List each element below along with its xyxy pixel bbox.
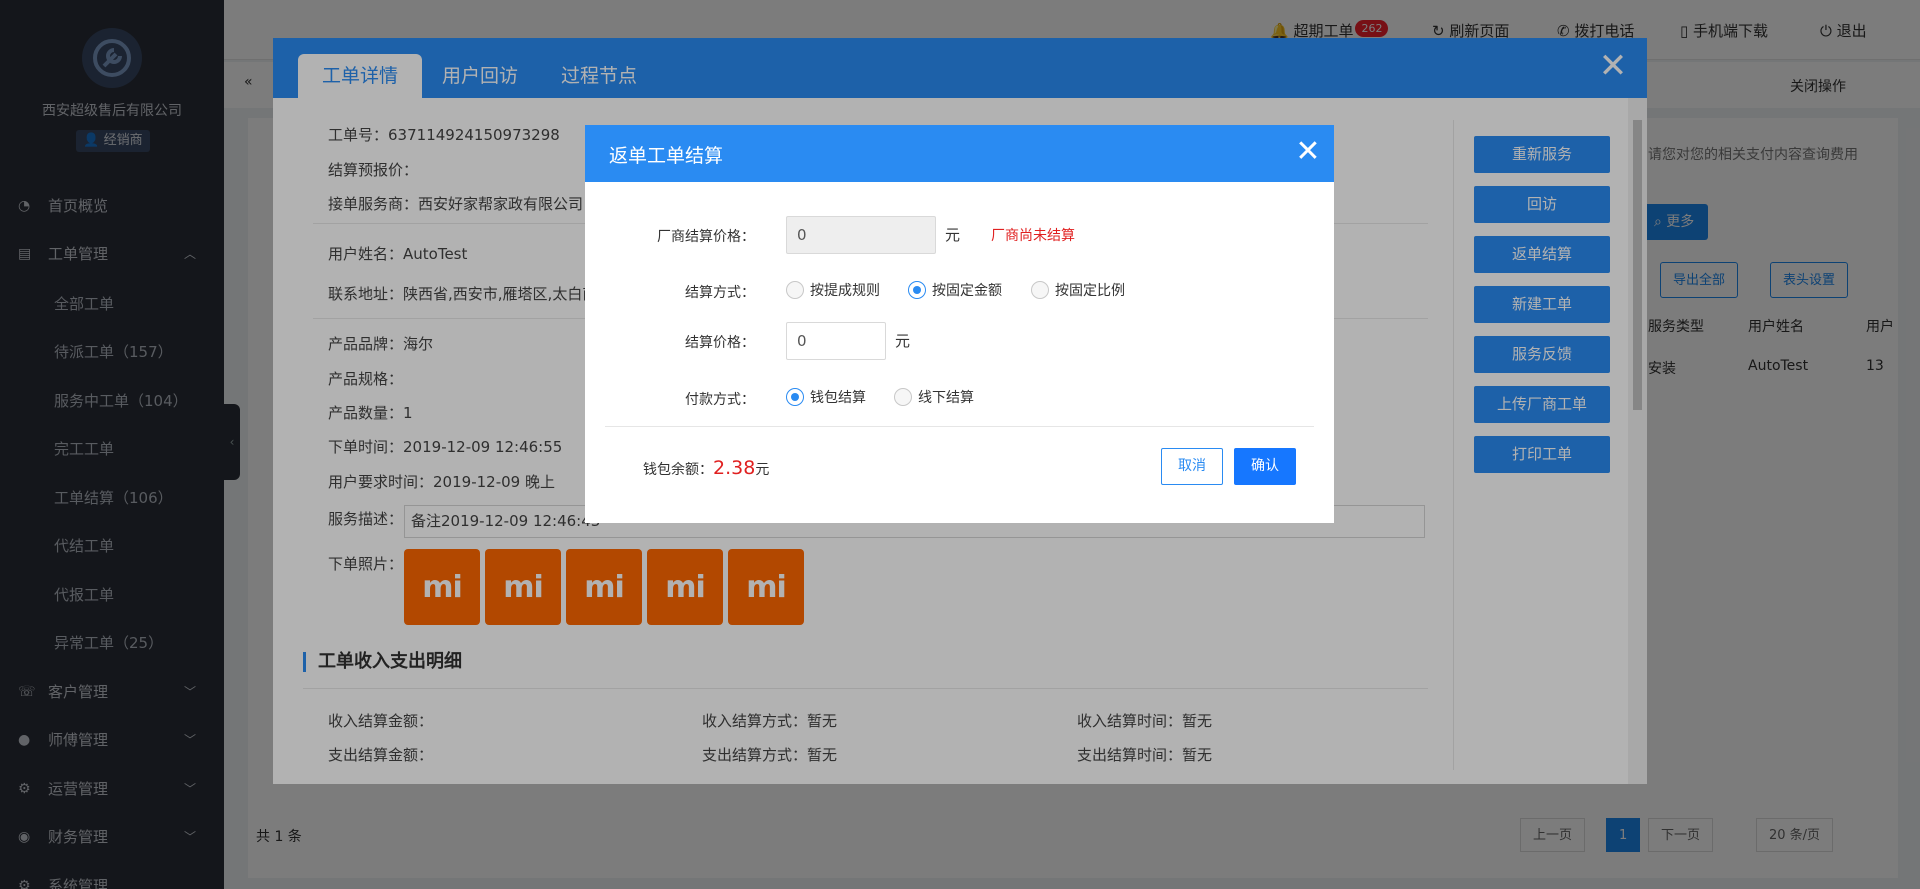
radio-label: 按固定金额 [932, 283, 1002, 299]
balance-unit: 元 [755, 462, 770, 478]
cancel-button[interactable]: 取消 [1161, 448, 1223, 485]
confirm-button[interactable]: 确认 [1234, 448, 1296, 485]
radio-label: 按提成规则 [810, 283, 880, 299]
balance-label: 钱包余额： [643, 462, 713, 478]
close-icon[interactable]: ✕ [1291, 135, 1325, 169]
settle-price-label: 结算价格： [685, 335, 755, 351]
radio-dot [894, 388, 912, 406]
vendor-price-unit: 元 [945, 226, 961, 244]
balance-amount: 2.38 [713, 457, 756, 479]
vendor-price-label: 厂商结算价格： [657, 229, 755, 245]
modal-header: 返单工单结算 ✕ [585, 125, 1334, 182]
settle-method-label: 结算方式： [685, 285, 755, 301]
radio-dot [1031, 281, 1049, 299]
wallet-balance: 钱包余额：2.38元 [643, 457, 769, 479]
method-fixed-amount-radio[interactable]: 按固定金额 [908, 280, 1002, 300]
vendor-not-settled-warning: 厂商尚未结算 [991, 228, 1075, 244]
method-commission-radio[interactable]: 按提成规则 [786, 280, 880, 300]
radio-dot [786, 281, 804, 299]
modal-divider [605, 426, 1314, 427]
method-fixed-ratio-radio[interactable]: 按固定比例 [1031, 280, 1125, 300]
radio-label: 钱包结算 [810, 390, 866, 406]
radio-dot-selected [908, 281, 926, 299]
settle-price-input[interactable] [786, 322, 886, 360]
radio-label: 按固定比例 [1055, 283, 1125, 299]
vendor-price-input [786, 216, 936, 254]
modal-title: 返单工单结算 [609, 145, 724, 167]
radio-label: 线下结算 [918, 390, 974, 406]
radio-dot-selected [786, 388, 804, 406]
pay-method-label: 付款方式： [685, 392, 755, 408]
settlement-modal: 返单工单结算 ✕ 厂商结算价格： 元 厂商尚未结算 结算方式： 按提成规则 按固… [585, 125, 1334, 523]
pay-offline-radio[interactable]: 线下结算 [894, 387, 974, 407]
settle-price-unit: 元 [895, 332, 911, 350]
pay-wallet-radio[interactable]: 钱包结算 [786, 387, 866, 407]
